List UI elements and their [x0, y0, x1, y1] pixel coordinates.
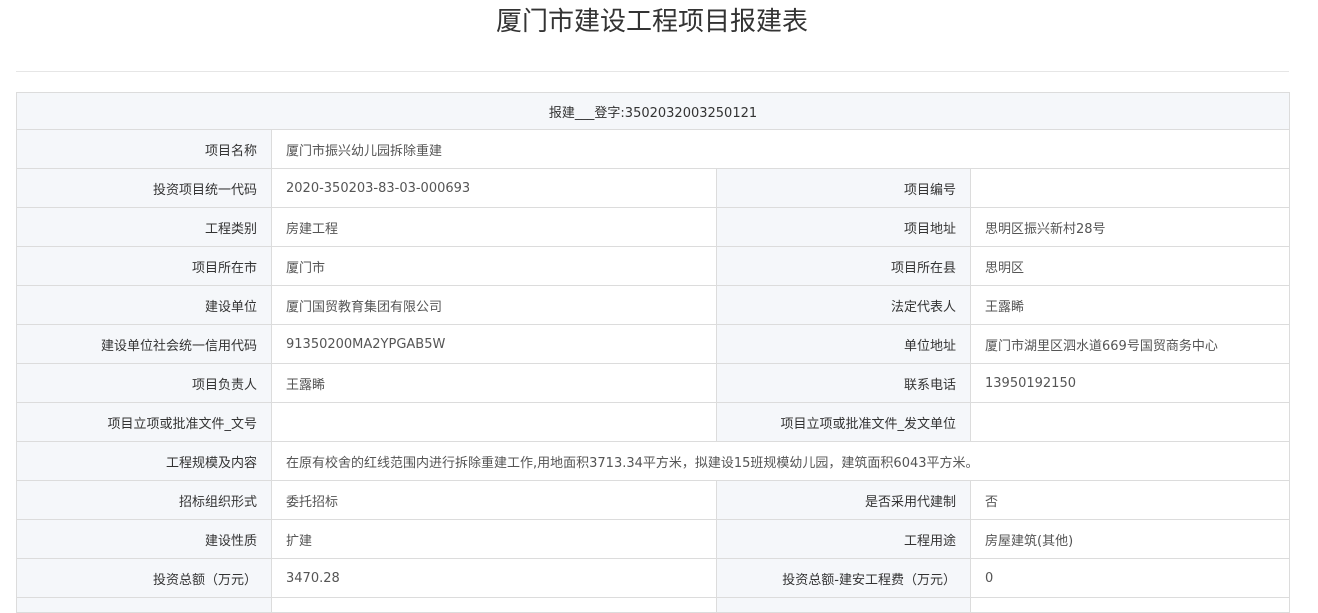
table-row: 投资总额（万元） 3470.28 投资总额-建安工程费（万元） 0 — [16, 558, 1291, 598]
approval-issuer-label: 项目立项或批准文件_发文单位 — [716, 402, 971, 442]
construction-nature-label: 建设性质 — [16, 519, 272, 559]
registration-row: 报建___登字:3502032003250121 — [15, 92, 1291, 130]
unit-address-value: 厦门市湖里区泗水道669号国贸商务中心 — [969, 324, 1291, 364]
approval-issuer-value — [969, 402, 1291, 442]
legal-rep-label: 法定代表人 — [716, 285, 971, 325]
title-divider — [16, 71, 1289, 72]
project-type-label: 工程类别 — [16, 207, 272, 247]
project-manager-label: 项目负责人 — [16, 363, 272, 403]
table-row: 项目所在市 厦门市 项目所在县 思明区 — [16, 246, 1291, 286]
investment-code-value: 2020-350203-83-03-000693 — [271, 168, 717, 208]
construction-cost-label: 投资总额-建安工程费（万元） — [716, 558, 971, 598]
project-name-label: 项目名称 — [16, 129, 272, 169]
truncated-cell — [969, 597, 1291, 613]
project-use-label: 工程用途 — [716, 519, 971, 559]
table-row: 项目名称 厦门市振兴幼儿园拆除重建 — [16, 129, 1291, 169]
scale-content-label: 工程规模及内容 — [16, 441, 272, 481]
project-use-value: 房屋建筑(其他) — [969, 519, 1291, 559]
table-row: 项目立项或批准文件_文号 项目立项或批准文件_发文单位 — [16, 402, 1291, 442]
city-value: 厦门市 — [271, 246, 717, 286]
table-row: 项目负责人 王露睎 联系电话 13950192150 — [16, 363, 1291, 403]
legal-rep-value: 王露睎 — [969, 285, 1291, 325]
registration-number: 3502032003250121 — [624, 105, 758, 121]
registration-label: 报建___登字: — [548, 105, 625, 121]
credit-code-value: 91350200MA2YPGAB5W — [271, 324, 717, 364]
project-type-value: 房建工程 — [271, 207, 717, 247]
total-investment-value: 3470.28 — [271, 558, 717, 598]
table-row: 建设单位社会统一信用代码 91350200MA2YPGAB5W 单位地址 厦门市… — [16, 324, 1291, 364]
county-label: 项目所在县 — [716, 246, 971, 286]
truncated-cell — [716, 597, 971, 613]
scale-content-value: 在原有校舍的红线范围内进行拆除重建工作,用地面积3713.34平方米，拟建设15… — [270, 441, 1291, 481]
phone-value: 13950192150 — [969, 363, 1291, 403]
table-row: 工程类别 房建工程 项目地址 思明区振兴新村28号 — [16, 207, 1291, 247]
total-investment-label: 投资总额（万元） — [16, 558, 272, 598]
truncated-cell — [271, 597, 717, 613]
table-row: 建设单位 厦门国贸教育集团有限公司 法定代表人 王露睎 — [16, 285, 1291, 325]
construction-cost-value: 0 — [969, 558, 1291, 598]
registration-header: 报建___登字:3502032003250121 — [15, 92, 1291, 130]
investment-code-label: 投资项目统一代码 — [16, 168, 272, 208]
construction-nature-value: 扩建 — [271, 519, 717, 559]
project-number-label: 项目编号 — [716, 168, 971, 208]
table-row: 投资项目统一代码 2020-350203-83-03-000693 项目编号 — [16, 168, 1291, 208]
truncated-cell — [16, 597, 272, 613]
county-value: 思明区 — [969, 246, 1291, 286]
builder-label: 建设单位 — [16, 285, 272, 325]
credit-code-label: 建设单位社会统一信用代码 — [16, 324, 272, 364]
project-address-value: 思明区振兴新村28号 — [969, 207, 1291, 247]
project-address-label: 项目地址 — [716, 207, 971, 247]
approval-doc-no-value — [271, 402, 717, 442]
builder-value: 厦门国贸教育集团有限公司 — [271, 285, 717, 325]
page-title: 厦门市建设工程项目报建表 — [495, 7, 808, 37]
unit-address-label: 单位地址 — [716, 324, 971, 364]
agent-construction-value: 否 — [969, 480, 1291, 520]
tender-form-label: 招标组织形式 — [16, 480, 272, 520]
phone-label: 联系电话 — [716, 363, 971, 403]
registration-form-table: 报建___登字:3502032003250121 项目名称 厦门市振兴幼儿园拆除… — [15, 92, 1291, 613]
table-row: 工程规模及内容 在原有校舍的红线范围内进行拆除重建工作,用地面积3713.34平… — [16, 441, 1291, 481]
table-row: 招标组织形式 委托招标 是否采用代建制 否 — [16, 480, 1291, 520]
city-label: 项目所在市 — [16, 246, 272, 286]
approval-doc-no-label: 项目立项或批准文件_文号 — [16, 402, 272, 442]
project-number-value — [969, 168, 1291, 208]
table-row: 建设性质 扩建 工程用途 房屋建筑(其他) — [16, 519, 1291, 559]
table-row — [16, 597, 1291, 613]
agent-construction-label: 是否采用代建制 — [716, 480, 971, 520]
project-name-value: 厦门市振兴幼儿园拆除重建 — [270, 129, 1291, 169]
tender-form-value: 委托招标 — [271, 480, 717, 520]
project-manager-value: 王露睎 — [271, 363, 717, 403]
